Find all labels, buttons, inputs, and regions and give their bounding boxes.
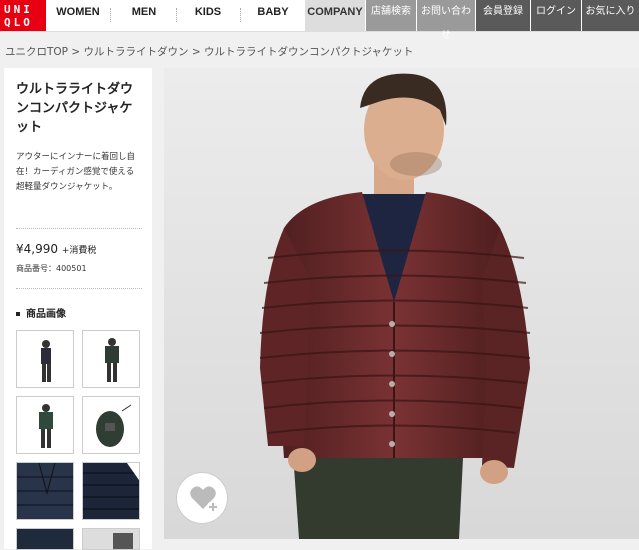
thumbnail-detail4[interactable] [82,528,140,550]
thumbnail-front[interactable] [16,330,74,388]
product-title: ウルトラライトダウンコンパクトジャケット [16,82,134,135]
product-number: 商品番号：400501 [16,264,87,273]
nav-divider [240,8,241,22]
breadcrumb[interactable]: ユニクロTOP > ウルトラライトダウン > ウルトラライトダウンコンパクトジャ… [5,44,413,59]
nav-kids[interactable]: KIDS [180,0,236,31]
fabric-image [17,529,73,549]
top-nav: UNI QLO WOMEN MEN KIDS BABY COMPANY 店舗検索… [0,0,639,41]
model-back-image [105,338,119,382]
thumbnail-green[interactable] [16,396,74,454]
nav-company[interactable]: COMPANY [305,0,365,31]
favorite-button[interactable] [176,472,228,524]
model-green-image [39,404,53,448]
product-description: アウターにインナーに着回し自在！カーディガン感覚で使える超軽量ダウンジャケット。 [16,152,136,192]
nav-divider [176,8,177,22]
main-product-image [164,68,639,539]
fabric-closeup-image [83,463,139,519]
product-info-panel: ウルトラライトダウンコンパクトジャケット アウターにインナーに着回し自在！カーデ… [4,68,152,550]
thumbnail-detail3[interactable] [16,528,74,550]
divider [16,288,142,289]
nav-women[interactable]: WOMEN [52,0,104,31]
register-link[interactable]: 会員登録 [476,0,530,31]
store-search-link[interactable]: 店舗検索 [366,0,416,31]
nav-divider [110,8,111,22]
model-jacket-image [164,68,639,539]
model-front-image [41,340,51,382]
price-value: ¥4,990 [16,242,58,256]
lifestyle-image [83,529,139,549]
thumbnail-detail2[interactable] [82,462,140,520]
nav-baby[interactable]: BABY [244,0,302,31]
fabric-detail-image [17,463,73,519]
product-images-heading: 商品画像 [16,305,66,320]
divider [16,228,142,229]
thumbnail-back[interactable] [82,330,140,388]
uniqlo-logo[interactable]: UNI QLO [0,0,46,31]
nav-men[interactable]: MEN [114,0,174,31]
thumbnail-pouch[interactable] [82,396,140,454]
login-link[interactable]: ログイン [531,0,581,31]
storage-pouch-image [96,404,132,447]
contact-link[interactable]: お問い合わせ [417,0,475,41]
price-tax: +消費税 [61,246,97,256]
price: ¥4,990 +消費税 [16,242,96,256]
heart-plus-icon [190,486,219,513]
thumbnail-detail1[interactable] [16,462,74,520]
favorites-link[interactable]: お気に入り [582,0,639,31]
